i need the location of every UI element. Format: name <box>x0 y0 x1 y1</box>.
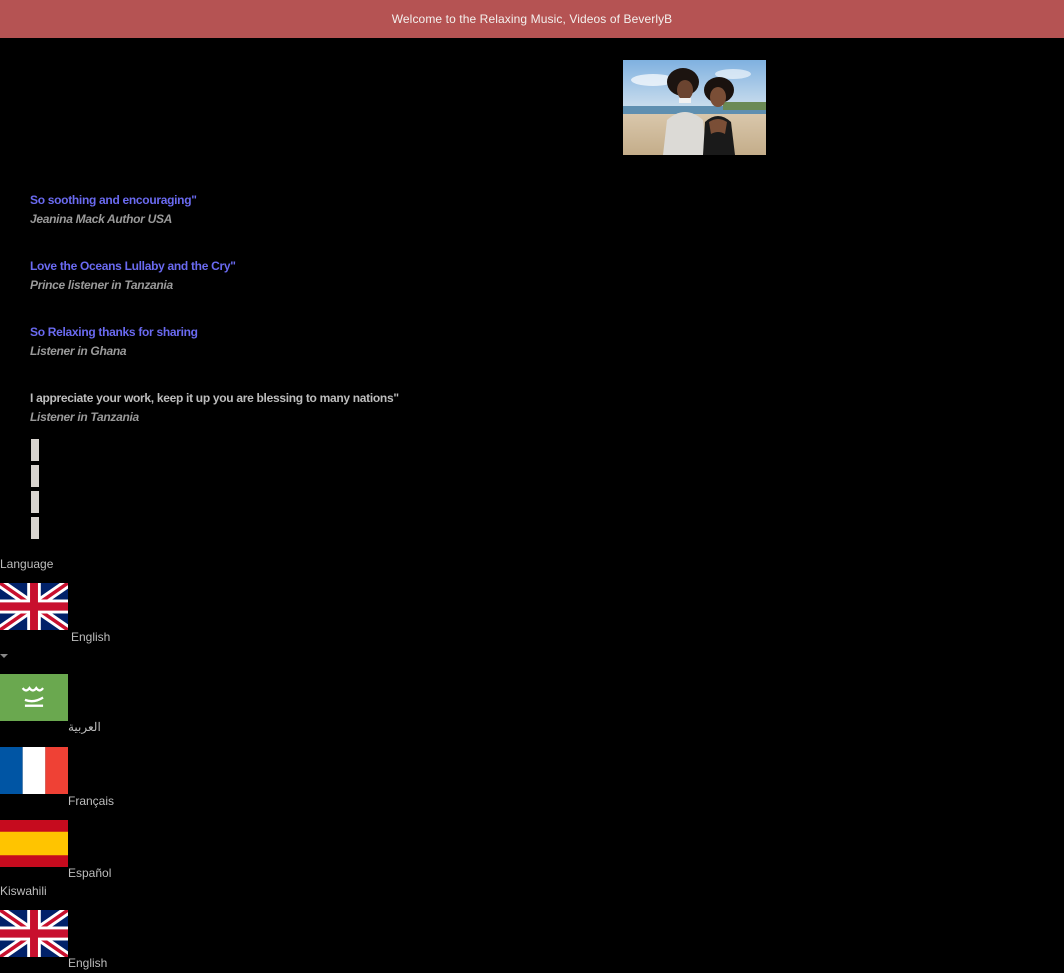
current-language-label[interactable]: English <box>71 630 110 644</box>
spain-flag-icon[interactable] <box>0 820 68 867</box>
language-option-french[interactable]: Français <box>68 794 114 808</box>
announcement-bar: Welcome to the Relaxing Music, Videos of… <box>0 0 1064 38</box>
language-option-english[interactable]: English <box>68 956 107 970</box>
language-option-spanish[interactable]: Español <box>68 866 111 880</box>
testimonial-quote: So soothing and encouraging" <box>30 193 197 207</box>
hero-image <box>623 60 766 155</box>
testimonial-quote: I appreciate your work, keep it up you a… <box>30 391 399 405</box>
testimonial-author: Listener in Tanzania <box>30 410 139 424</box>
language-option-kiswahili[interactable]: Kiswahili <box>0 884 47 898</box>
language-title: Language <box>0 557 54 571</box>
testimonial-author: Jeanina Mack Author USA <box>30 212 173 226</box>
uk-flag-icon[interactable] <box>0 583 68 630</box>
chevron-down-icon[interactable] <box>0 654 8 658</box>
saudi-flag-icon[interactable] <box>0 674 68 721</box>
uk-flag-icon[interactable] <box>0 910 68 957</box>
language-option-arabic[interactable]: العربية <box>68 720 101 734</box>
slider-dot-3[interactable] <box>31 491 39 513</box>
slider-dot-1[interactable] <box>31 439 39 461</box>
testimonial-quote: So Relaxing thanks for sharing <box>30 325 198 339</box>
testimonial-quote: Love the Oceans Lullaby and the Cry" <box>30 259 236 273</box>
announcement-text: Welcome to the Relaxing Music, Videos of… <box>391 12 673 26</box>
france-flag-icon[interactable] <box>0 747 68 794</box>
testimonial-author: Listener in Ghana <box>30 344 127 358</box>
beach-photo <box>623 60 766 155</box>
testimonial-author: Prince listener in Tanzania <box>30 278 173 292</box>
slider-dot-4[interactable] <box>31 517 39 539</box>
slider-dot-2[interactable] <box>31 465 39 487</box>
